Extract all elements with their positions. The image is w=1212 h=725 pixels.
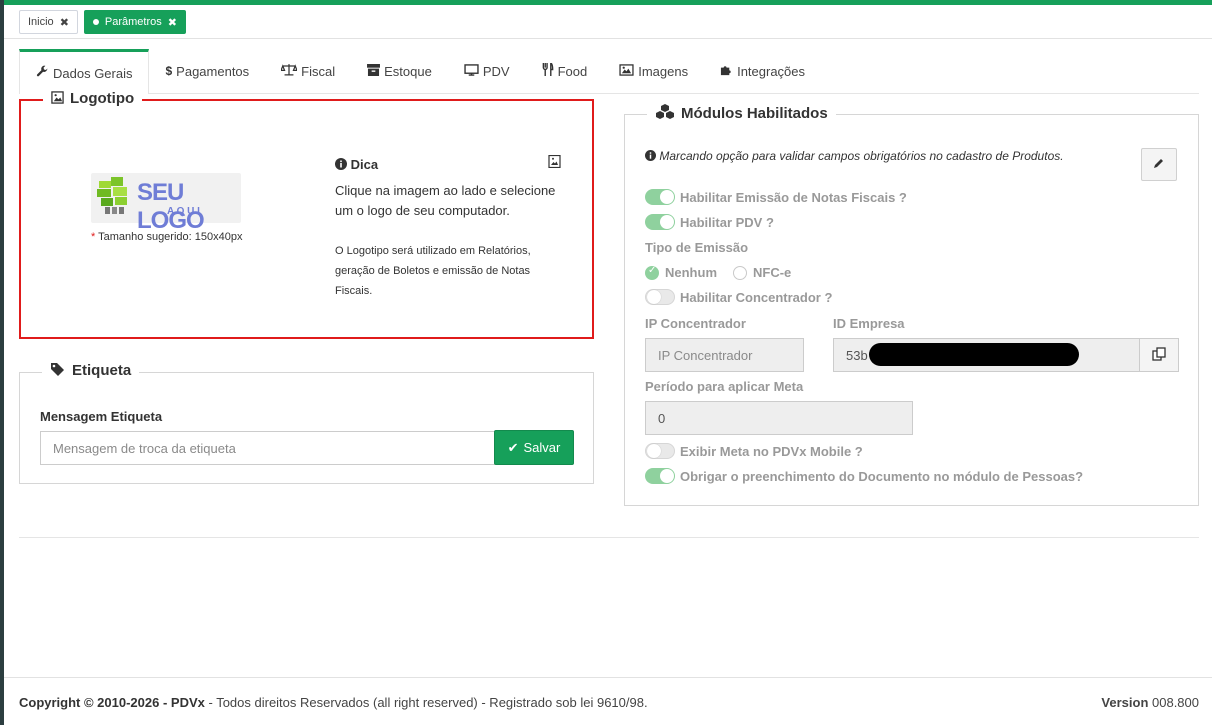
validation-info-text: Marcando opção para validar campos obrig…: [645, 149, 1064, 163]
monitor-icon: [464, 63, 479, 79]
toggle-nfe[interactable]: Habilitar Emissão de Notas Fiscais ?: [645, 187, 907, 207]
toggle-documento-pessoas[interactable]: Obrigar o preenchimento do Documento no …: [645, 466, 1083, 486]
tab-label: Food: [557, 63, 588, 79]
toggle-switch[interactable]: [645, 443, 675, 459]
toggle-concentrador[interactable]: Habilitar Concentrador ?: [645, 287, 832, 307]
active-dot-icon: [92, 19, 99, 25]
tab-pdv[interactable]: PDV: [448, 49, 526, 93]
tab-pagamentos[interactable]: $ Pagamentos: [149, 49, 265, 93]
footer-copyright: Copyright © 2010-2026 - PDVx - Todos dir…: [19, 695, 648, 710]
tip-title: Dica: [335, 157, 378, 172]
settings-tabs: Dados Gerais $ Pagamentos Fiscal Estoque…: [19, 49, 1199, 94]
etiqueta-message-input[interactable]: [40, 431, 495, 465]
redacted-overlay: [869, 343, 1079, 366]
tipo-emissao-label: Tipo de Emissão: [645, 240, 749, 255]
panel-title: Etiqueta: [42, 362, 140, 379]
close-icon[interactable]: ✖: [168, 16, 177, 29]
left-sidebar-edge: [0, 0, 4, 725]
check-icon: ✔: [507, 439, 519, 455]
logo-subtext: A Q U I: [167, 206, 200, 217]
puzzle-icon: [720, 63, 733, 79]
archive-icon: [367, 63, 381, 79]
toggle-switch[interactable]: [645, 189, 675, 205]
cubes-icon: [655, 104, 675, 123]
info-circle-icon: [335, 157, 351, 172]
tab-imagens[interactable]: Imagens: [603, 49, 704, 93]
top-accent-bar: [0, 0, 1212, 5]
dollar-icon: $: [165, 64, 173, 78]
panel-title: Módulos Habilitados: [647, 104, 836, 123]
tab-label: Fiscal: [301, 63, 336, 79]
page-tab-inicio[interactable]: Inicio ✖: [19, 10, 78, 34]
image-file-icon[interactable]: [548, 154, 561, 169]
divider: [19, 537, 1199, 538]
id-empresa-label: ID Empresa: [833, 316, 905, 331]
periodo-meta-label: Período para aplicar Meta: [645, 379, 804, 394]
modulos-panel: Módulos Habilitados Marcando opção para …: [624, 104, 1199, 506]
close-icon[interactable]: ✖: [60, 16, 69, 29]
image-icon: [619, 63, 634, 79]
cutlery-icon: [542, 61, 554, 79]
wrench-icon: [36, 65, 49, 81]
tip-detail-text: O Logotipo será utilizado em Relatórios,…: [335, 245, 531, 297]
divider: [4, 677, 1212, 678]
tab-dados-gerais[interactable]: Dados Gerais: [19, 49, 150, 94]
logotipo-panel: Logotipo SEU LOGO A Q U I * Tamanho suge…: [19, 90, 594, 339]
radio-nenhum[interactable]: [645, 265, 659, 280]
tab-label: Integrações: [737, 63, 806, 79]
image-icon: [51, 90, 64, 107]
etiqueta-message-label: Mensagem Etiqueta: [40, 409, 163, 424]
page-tabs: Inicio ✖ Parâmetros ✖: [19, 10, 186, 34]
tab-label: PDV: [482, 63, 510, 79]
page-tab-parametros[interactable]: Parâmetros ✖: [83, 10, 186, 34]
divider: [4, 38, 1212, 39]
logo-size-hint: * Tamanho sugerido: 150x40px: [91, 231, 243, 243]
edit-button[interactable]: [1141, 148, 1177, 181]
radio-nfce[interactable]: [733, 265, 747, 280]
tags-icon: [50, 362, 66, 379]
tab-label: Imagens: [638, 63, 689, 79]
tab-integracoes[interactable]: Integrações: [704, 49, 821, 93]
tab-label: Estoque: [384, 63, 432, 79]
periodo-meta-input[interactable]: 0: [645, 401, 913, 435]
tab-label: Pagamentos: [176, 63, 250, 79]
balance-scale-icon: [280, 63, 299, 79]
tab-food[interactable]: Food: [526, 49, 604, 93]
footer-version: Version 008.800: [1101, 695, 1199, 710]
copy-button[interactable]: [1139, 338, 1179, 372]
tip-text: Clique na imagem ao lado e selecione um …: [335, 183, 556, 218]
toggle-switch[interactable]: [645, 214, 675, 230]
page-tab-label: Parâmetros: [104, 16, 162, 28]
copy-icon: [1152, 346, 1166, 364]
page-tab-label: Inicio: [28, 16, 54, 28]
etiqueta-panel: Etiqueta Mensagem Etiqueta ✔ Salvar: [19, 362, 594, 484]
save-button[interactable]: ✔ Salvar: [494, 430, 574, 465]
tipo-emissao-radios: Nenhum NFC-e: [645, 265, 791, 280]
toggle-switch[interactable]: [645, 289, 675, 305]
toggle-meta-mobile[interactable]: Exibir Meta no PDVx Mobile ?: [645, 441, 863, 461]
tab-fiscal[interactable]: Fiscal: [265, 49, 351, 93]
toggle-pdv[interactable]: Habilitar PDV ?: [645, 212, 774, 232]
tab-label: Dados Gerais: [53, 65, 133, 81]
logo-upload-image[interactable]: SEU LOGO A Q U I: [91, 173, 241, 234]
toggle-switch[interactable]: [645, 468, 675, 484]
ip-concentrador-input[interactable]: IP Concentrador: [645, 338, 804, 372]
pencil-icon: [1153, 157, 1165, 172]
ip-concentrador-label: IP Concentrador: [645, 316, 746, 331]
panel-title: Logotipo: [43, 90, 143, 107]
info-circle-icon: [645, 149, 659, 163]
tab-estoque[interactable]: Estoque: [351, 49, 448, 93]
